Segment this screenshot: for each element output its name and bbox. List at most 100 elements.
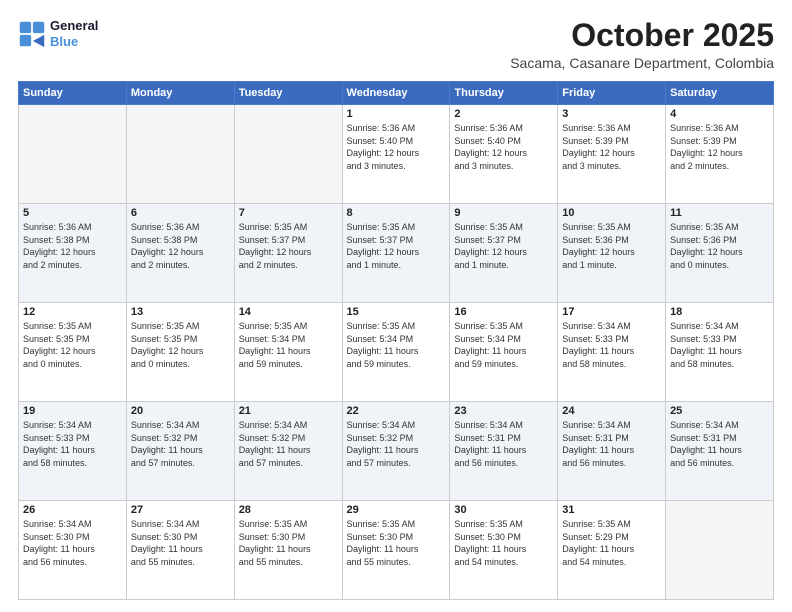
day-number: 3 xyxy=(562,108,661,120)
day-info: Sunrise: 5:35 AM Sunset: 5:37 PM Dayligh… xyxy=(347,221,446,271)
day-info: Sunrise: 5:34 AM Sunset: 5:32 PM Dayligh… xyxy=(131,419,230,469)
day-info: Sunrise: 5:35 AM Sunset: 5:35 PM Dayligh… xyxy=(131,320,230,370)
table-row: 13Sunrise: 5:35 AM Sunset: 5:35 PM Dayli… xyxy=(126,303,234,402)
table-row: 7 Sunrise: 5:35 AM Sunset: 5:37 PM Daylig… xyxy=(234,204,342,303)
day-info: Sunrise: 5:34 AM Sunset: 5:32 PM Dayligh… xyxy=(347,419,446,469)
table-row: 22 Sunrise: 5:34 AM Sunset: 5:32 PM Dayli… xyxy=(342,402,450,501)
day-info: Sunrise: 5:36 AM Sunset: 5:40 PM Dayligh… xyxy=(454,122,553,172)
table-row: 12 Sunrise: 5:35 AM Sunset: 5:35 PM Dayli… xyxy=(19,303,127,402)
day-number: 2 xyxy=(454,108,553,120)
day-info: Sunrise: 5:35 AM Sunset: 5:35 PM Dayligh… xyxy=(23,320,122,370)
table-row: 24 Sunrise: 5:34 AM Sunset: 5:31 PM Dayli… xyxy=(558,402,666,501)
day-number: 25 xyxy=(670,405,769,417)
day-number: 16 xyxy=(454,306,553,318)
day-info: Sunrise: 5:34 AM Sunset: 5:31 PM Dayligh… xyxy=(454,419,553,469)
day-number: 19 xyxy=(23,405,122,417)
table-row: 26 Sunrise: 5:34 AM Sunset: 5:30 PM Dayli… xyxy=(19,501,127,600)
calendar-week-row: 1Sunrise: 5:36 AM Sunset: 5:40 PM Daylig… xyxy=(19,105,774,204)
calendar-week-row: 12 Sunrise: 5:35 AM Sunset: 5:35 PM Dayli… xyxy=(19,303,774,402)
col-tuesday: Tuesday xyxy=(234,82,342,105)
table-row: 6 Sunrise: 5:36 AM Sunset: 5:38 PM Daylig… xyxy=(126,204,234,303)
day-info: Sunrise: 5:35 AM Sunset: 5:30 PM Dayligh… xyxy=(347,518,446,568)
day-number: 18 xyxy=(670,306,769,318)
day-number: 17 xyxy=(562,306,661,318)
day-info: Sunrise: 5:35 AM Sunset: 5:37 PM Dayligh… xyxy=(239,221,338,271)
calendar-table: Sunday Monday Tuesday Wednesday Thursday… xyxy=(18,81,774,600)
col-friday: Friday xyxy=(558,82,666,105)
day-number: 30 xyxy=(454,504,553,516)
day-number: 11 xyxy=(670,207,769,219)
day-info: Sunrise: 5:35 AM Sunset: 5:34 PM Dayligh… xyxy=(239,320,338,370)
day-info: Sunrise: 5:34 AM Sunset: 5:33 PM Dayligh… xyxy=(562,320,661,370)
day-number: 21 xyxy=(239,405,338,417)
table-row: 1Sunrise: 5:36 AM Sunset: 5:40 PM Daylig… xyxy=(342,105,450,204)
col-thursday: Thursday xyxy=(450,82,558,105)
day-info: Sunrise: 5:35 AM Sunset: 5:34 PM Dayligh… xyxy=(347,320,446,370)
table-row: 21Sunrise: 5:34 AM Sunset: 5:32 PM Dayli… xyxy=(234,402,342,501)
day-number: 28 xyxy=(239,504,338,516)
day-number: 14 xyxy=(239,306,338,318)
day-info: Sunrise: 5:34 AM Sunset: 5:31 PM Dayligh… xyxy=(562,419,661,469)
col-saturday: Saturday xyxy=(666,82,774,105)
day-number: 27 xyxy=(131,504,230,516)
day-number: 5 xyxy=(23,207,122,219)
day-number: 6 xyxy=(131,207,230,219)
table-row xyxy=(19,105,127,204)
calendar-week-row: 26 Sunrise: 5:34 AM Sunset: 5:30 PM Dayli… xyxy=(19,501,774,600)
table-row: 11 Sunrise: 5:35 AM Sunset: 5:36 PM Dayli… xyxy=(666,204,774,303)
logo-line1: General xyxy=(50,18,98,34)
title-block: October 2025 Sacama, Casanare Department… xyxy=(510,18,774,71)
table-row: 18 Sunrise: 5:34 AM Sunset: 5:33 PM Dayli… xyxy=(666,303,774,402)
day-number: 4 xyxy=(670,108,769,120)
logo-icon xyxy=(18,20,46,48)
day-number: 22 xyxy=(347,405,446,417)
day-info: Sunrise: 5:34 AM Sunset: 5:31 PM Dayligh… xyxy=(670,419,769,469)
table-row xyxy=(126,105,234,204)
day-info: Sunrise: 5:34 AM Sunset: 5:33 PM Dayligh… xyxy=(670,320,769,370)
day-number: 12 xyxy=(23,306,122,318)
col-wednesday: Wednesday xyxy=(342,82,450,105)
table-row: 16Sunrise: 5:35 AM Sunset: 5:34 PM Dayli… xyxy=(450,303,558,402)
table-row: 2 Sunrise: 5:36 AM Sunset: 5:40 PM Daylig… xyxy=(450,105,558,204)
table-row: 9Sunrise: 5:35 AM Sunset: 5:37 PM Daylig… xyxy=(450,204,558,303)
table-row: 29 Sunrise: 5:35 AM Sunset: 5:30 PM Dayli… xyxy=(342,501,450,600)
day-info: Sunrise: 5:36 AM Sunset: 5:39 PM Dayligh… xyxy=(562,122,661,172)
day-number: 10 xyxy=(562,207,661,219)
day-number: 31 xyxy=(562,504,661,516)
table-row: 20Sunrise: 5:34 AM Sunset: 5:32 PM Dayli… xyxy=(126,402,234,501)
day-info: Sunrise: 5:35 AM Sunset: 5:36 PM Dayligh… xyxy=(562,221,661,271)
table-row: 17 Sunrise: 5:34 AM Sunset: 5:33 PM Dayli… xyxy=(558,303,666,402)
calendar-week-row: 5 Sunrise: 5:36 AM Sunset: 5:38 PM Daylig… xyxy=(19,204,774,303)
day-info: Sunrise: 5:35 AM Sunset: 5:36 PM Dayligh… xyxy=(670,221,769,271)
calendar-week-row: 19 Sunrise: 5:34 AM Sunset: 5:33 PM Dayli… xyxy=(19,402,774,501)
day-info: Sunrise: 5:36 AM Sunset: 5:40 PM Dayligh… xyxy=(347,122,446,172)
table-row: 14 Sunrise: 5:35 AM Sunset: 5:34 PM Dayli… xyxy=(234,303,342,402)
day-number: 15 xyxy=(347,306,446,318)
day-info: Sunrise: 5:34 AM Sunset: 5:33 PM Dayligh… xyxy=(23,419,122,469)
day-info: Sunrise: 5:35 AM Sunset: 5:30 PM Dayligh… xyxy=(454,518,553,568)
logo-text: General Blue xyxy=(50,18,98,49)
table-row: 10 Sunrise: 5:35 AM Sunset: 5:36 PM Dayli… xyxy=(558,204,666,303)
table-row xyxy=(234,105,342,204)
table-row: 15 Sunrise: 5:35 AM Sunset: 5:34 PM Dayli… xyxy=(342,303,450,402)
day-number: 29 xyxy=(347,504,446,516)
header: General Blue October 2025 Sacama, Casana… xyxy=(18,18,774,71)
table-row: 27Sunrise: 5:34 AM Sunset: 5:30 PM Dayli… xyxy=(126,501,234,600)
day-number: 23 xyxy=(454,405,553,417)
day-info: Sunrise: 5:34 AM Sunset: 5:30 PM Dayligh… xyxy=(23,518,122,568)
day-info: Sunrise: 5:36 AM Sunset: 5:38 PM Dayligh… xyxy=(131,221,230,271)
table-row: 30 Sunrise: 5:35 AM Sunset: 5:30 PM Dayli… xyxy=(450,501,558,600)
calendar-header-row: Sunday Monday Tuesday Wednesday Thursday… xyxy=(19,82,774,105)
table-row: 5Sunrise: 5:36 AM Sunset: 5:38 PM Daylig… xyxy=(19,204,127,303)
day-info: Sunrise: 5:35 AM Sunset: 5:29 PM Dayligh… xyxy=(562,518,661,568)
table-row: 4Sunrise: 5:36 AM Sunset: 5:39 PM Daylig… xyxy=(666,105,774,204)
table-row: 19 Sunrise: 5:34 AM Sunset: 5:33 PM Dayli… xyxy=(19,402,127,501)
day-number: 8 xyxy=(347,207,446,219)
day-number: 26 xyxy=(23,504,122,516)
day-number: 24 xyxy=(562,405,661,417)
day-number: 7 xyxy=(239,207,338,219)
table-row: 28 Sunrise: 5:35 AM Sunset: 5:30 PM Dayli… xyxy=(234,501,342,600)
day-info: Sunrise: 5:35 AM Sunset: 5:30 PM Dayligh… xyxy=(239,518,338,568)
table-row: 31 Sunrise: 5:35 AM Sunset: 5:29 PM Dayli… xyxy=(558,501,666,600)
logo: General Blue xyxy=(18,18,98,49)
